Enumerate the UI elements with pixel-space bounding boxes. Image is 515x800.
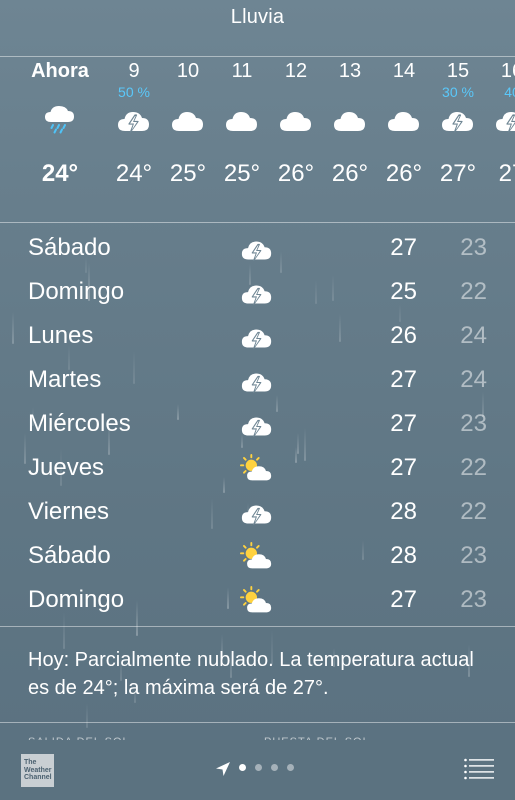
hour-time: 9 — [128, 60, 140, 82]
hour-time: Ahora — [31, 60, 89, 82]
weather-channel-logo[interactable]: The Weather Channel — [21, 754, 54, 787]
daily-row: Sábado 27 23 — [0, 228, 515, 272]
city-list-icon[interactable] — [464, 758, 494, 780]
hour-temperature: 26° — [277, 160, 315, 187]
thunderstorm-icon — [116, 104, 152, 134]
hour-temperature: 26° — [385, 160, 423, 187]
high-temperature: 28 — [390, 498, 417, 525]
low-temperature: 22 — [460, 498, 487, 525]
daily-row: Jueves 27 22 — [0, 448, 515, 492]
precipitation-probability: 40 — [504, 84, 515, 100]
hour-temperature: 24° — [41, 160, 79, 187]
low-temperature: 23 — [460, 586, 487, 613]
hourly-forecast-strip[interactable]: Ahora 24° 9 50 % 24° 10 25° 11 25° 12 26° 13 26° 14 26… — [0, 58, 515, 222]
daily-row: Martes 27 24 — [0, 360, 515, 404]
hour-time: 14 — [392, 60, 416, 82]
bottom-toolbar: The Weather Channel — [0, 740, 515, 800]
hour-time: 12 — [284, 60, 308, 82]
partly-cloudy-icon — [240, 542, 274, 572]
daily-row: Domingo 25 22 — [0, 272, 515, 316]
high-temperature: 28 — [390, 542, 417, 569]
low-temperature: 24 — [460, 322, 487, 349]
hour-temperature: 25° — [223, 160, 261, 187]
page-dot[interactable] — [239, 764, 246, 771]
high-temperature: 25 — [390, 278, 417, 305]
thunderstorm-icon — [240, 498, 274, 528]
hour-temperature: 24° — [115, 160, 153, 187]
day-name: Lunes — [28, 322, 94, 349]
location-condition: Lluvia — [230, 6, 285, 28]
thunderstorm-icon — [240, 410, 274, 440]
hour-time: 10 — [176, 60, 200, 82]
page-indicator[interactable] — [239, 764, 294, 771]
cloud-icon — [386, 104, 422, 134]
hour-temperature: 27° — [439, 160, 477, 187]
high-temperature: 27 — [390, 234, 417, 261]
day-name: Viernes — [28, 498, 109, 525]
low-temperature: 24 — [460, 366, 487, 393]
thunderstorm-icon — [240, 234, 274, 264]
hourly-item: 16 40 27 — [480, 58, 515, 222]
daily-row: Sábado 28 23 — [0, 536, 515, 580]
day-name: Sábado — [28, 234, 111, 261]
high-temperature: 26 — [390, 322, 417, 349]
daily-row: Domingo 27 23 — [0, 580, 515, 624]
thunderstorm-icon — [240, 366, 274, 396]
thunderstorm-icon — [440, 104, 476, 134]
page-dot[interactable] — [255, 764, 262, 771]
hour-temperature: 25° — [169, 160, 207, 187]
cloud-icon — [224, 104, 260, 134]
hour-time: 16 — [500, 60, 515, 82]
hourly-top-divider — [0, 56, 515, 57]
day-name: Domingo — [28, 278, 125, 305]
cloud-icon — [278, 104, 314, 134]
day-name: Domingo — [28, 586, 125, 613]
thunderstorm-icon — [240, 322, 274, 352]
hour-temperature: 27 — [498, 160, 515, 187]
low-temperature: 23 — [460, 542, 487, 569]
daily-forecast-list: Sábado 27 23 Domingo 25 22 Lunes 26 24 Martes 27 24… — [0, 228, 515, 624]
low-temperature: 22 — [460, 278, 487, 305]
high-temperature: 27 — [390, 454, 417, 481]
summary-top-divider — [0, 626, 515, 627]
precipitation-probability: 30 % — [442, 84, 474, 100]
partly-cloudy-icon — [240, 586, 274, 616]
high-temperature: 27 — [390, 586, 417, 613]
low-temperature: 22 — [460, 454, 487, 481]
hour-temperature: 26° — [331, 160, 369, 187]
partly-cloudy-icon — [240, 454, 274, 484]
today-summary: Hoy: Parcialmente nublado. La temperatur… — [28, 649, 474, 699]
low-temperature: 23 — [460, 410, 487, 437]
day-name: Sábado — [28, 542, 111, 569]
location-arrow-icon — [216, 762, 230, 776]
cloud-icon — [332, 104, 368, 134]
cloud-icon — [170, 104, 206, 134]
rain-cloud-icon — [42, 104, 78, 134]
hour-time: 11 — [231, 60, 253, 82]
daily-row: Lunes 26 24 — [0, 316, 515, 360]
hour-time: 13 — [338, 60, 362, 82]
hour-time: 15 — [446, 60, 470, 82]
thunderstorm-icon — [240, 278, 274, 308]
precipitation-probability: 50 % — [118, 84, 150, 100]
daily-row: Miércoles 27 23 — [0, 404, 515, 448]
page-dot[interactable] — [271, 764, 278, 771]
hourly-item: Ahora 24° — [28, 58, 92, 222]
day-name: Martes — [28, 366, 102, 393]
details-top-divider — [0, 722, 515, 723]
day-name: Miércoles — [28, 410, 131, 437]
high-temperature: 27 — [390, 410, 417, 437]
hourly-bottom-divider — [0, 222, 515, 223]
day-name: Jueves — [28, 454, 105, 481]
low-temperature: 23 — [460, 234, 487, 261]
daily-row: Viernes 28 22 — [0, 492, 515, 536]
page-dot[interactable] — [287, 764, 294, 771]
thunderstorm-icon — [494, 104, 515, 134]
high-temperature: 27 — [390, 366, 417, 393]
